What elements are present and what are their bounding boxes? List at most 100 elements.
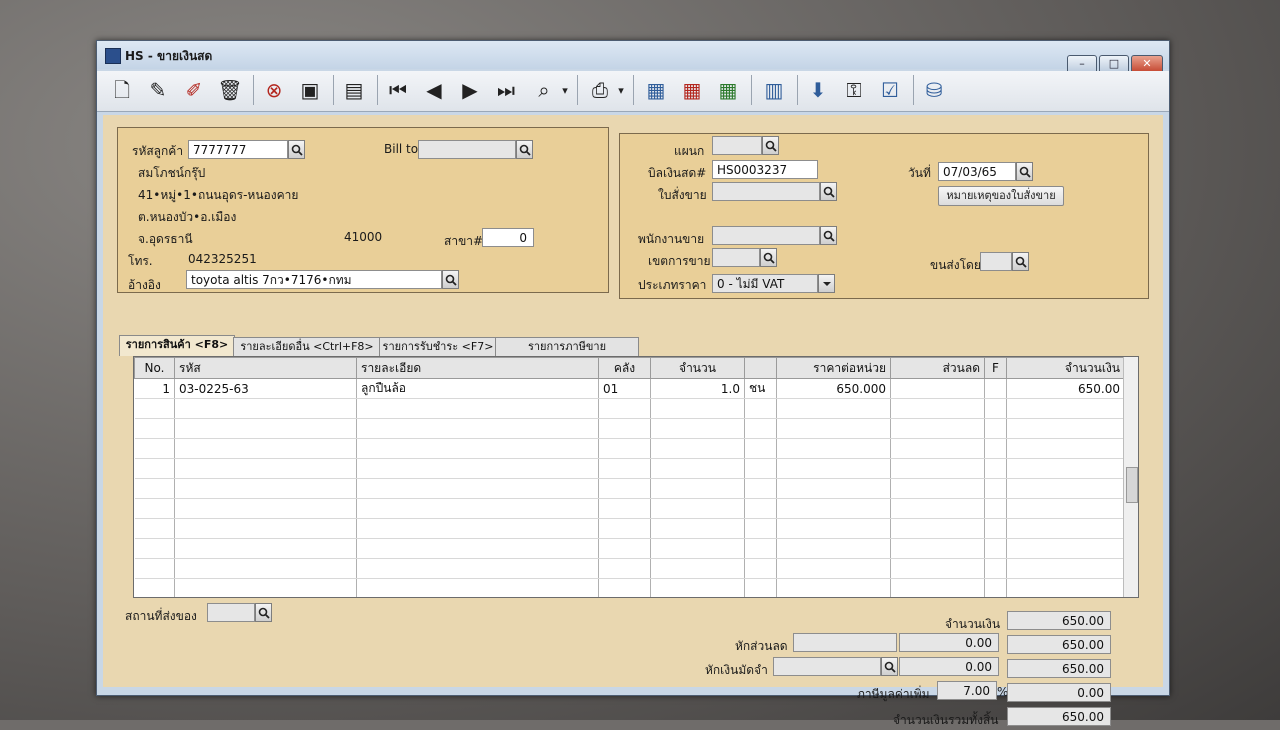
table-row[interactable]: [134, 438, 1125, 459]
find-icon[interactable]: ⌕: [531, 77, 557, 103]
tab-payments[interactable]: รายการรับชำระ <F7>: [379, 337, 497, 356]
table-row[interactable]: [134, 518, 1125, 539]
prev-icon[interactable]: ◀: [421, 77, 447, 103]
new-icon[interactable]: 🗋: [109, 77, 135, 103]
column-header-unit-price[interactable]: ราคาต่อหน่วย: [776, 357, 891, 379]
column-header-unit[interactable]: [744, 357, 777, 379]
phone-value: 042325251: [188, 252, 257, 266]
shipping-field[interactable]: [980, 252, 1012, 271]
lock-icon[interactable]: ⚿: [841, 77, 867, 103]
report2-icon[interactable]: ▦: [679, 77, 705, 103]
row-no[interactable]: 1: [134, 378, 175, 399]
first-icon[interactable]: ⏮: [385, 77, 411, 103]
edit-icon[interactable]: ✎: [145, 77, 171, 103]
approve-icon[interactable]: ⬇: [805, 77, 831, 103]
ok-icon[interactable]: ☑: [877, 77, 903, 103]
table-row[interactable]: [134, 458, 1125, 479]
branch-field[interactable]: 0: [482, 228, 534, 247]
row-unit-price[interactable]: 650.000: [776, 378, 891, 399]
toolbar-separator: [253, 75, 254, 105]
chevron-down-icon[interactable]: [818, 274, 835, 293]
bill-no-field[interactable]: HS0003237: [712, 160, 818, 179]
date-picker-icon[interactable]: [1016, 162, 1033, 181]
column-header-description[interactable]: รายละเอียด: [356, 357, 599, 379]
tab-sales-tax[interactable]: รายการภาษีขาย <Ctrl+F7>: [495, 337, 639, 370]
date-field[interactable]: 07/03/65: [938, 162, 1016, 181]
vat-rate-field[interactable]: 7.00: [937, 681, 997, 700]
report-icon[interactable]: ▦: [643, 77, 669, 103]
column-header-quantity[interactable]: จำนวน: [650, 357, 745, 379]
export-icon[interactable]: ▦: [715, 77, 741, 103]
row-unit[interactable]: ชน: [744, 378, 777, 399]
department-field[interactable]: [712, 136, 762, 155]
table-row[interactable]: [134, 418, 1125, 439]
customer-search-icon[interactable]: [288, 140, 305, 159]
row-code[interactable]: 03-0225-63: [174, 378, 357, 399]
tab-other-details[interactable]: รายละเอียดอื่น <Ctrl+F8>: [233, 337, 381, 356]
discount-value-field[interactable]: 0.00: [899, 633, 999, 652]
row-amount[interactable]: 650.00: [1006, 378, 1125, 399]
print-preview-icon[interactable]: ▤: [341, 77, 367, 103]
column-header-flag[interactable]: F: [984, 357, 1007, 379]
printer-dropdown-icon[interactable]: ▾: [615, 77, 627, 103]
table-row[interactable]: [134, 538, 1125, 559]
customer-code-field[interactable]: 7777777: [188, 140, 288, 159]
delete-icon[interactable]: 🗑: [217, 77, 243, 103]
last-icon[interactable]: ⏭: [493, 77, 519, 103]
toolbar-separator: [913, 75, 914, 105]
row-flag[interactable]: [984, 378, 1007, 399]
row-quantity[interactable]: 1.0: [650, 378, 745, 399]
grid-scroll-thumb[interactable]: [1126, 467, 1138, 503]
printer-icon[interactable]: ⎙: [587, 77, 613, 103]
price-type-select[interactable]: 0 - ไม่มี VAT: [712, 274, 818, 293]
customer-address-line1: 41•หมู่•1•ถนนอุดร-หนองคาย: [138, 188, 299, 202]
reference-field[interactable]: toyota altis 7กว•7176•กทม: [186, 270, 442, 289]
table-row[interactable]: [134, 498, 1125, 519]
reference-search-icon[interactable]: [442, 270, 459, 289]
next-icon[interactable]: ▶: [457, 77, 483, 103]
column-header-code[interactable]: รหัส: [174, 357, 357, 379]
sales-area-search-icon[interactable]: [760, 248, 777, 267]
deposit-value-field[interactable]: 0.00: [899, 657, 999, 676]
table-row[interactable]: [134, 578, 1125, 597]
order-note-button[interactable]: หมายเหตุของใบสั่งขาย: [938, 186, 1064, 206]
find-dropdown-icon[interactable]: ▾: [559, 77, 571, 103]
database-icon[interactable]: ⛁: [921, 77, 947, 103]
clear-icon[interactable]: ✐: [181, 77, 207, 103]
grand-total-field: 650.00: [1007, 707, 1111, 726]
branch-label: สาขา#: [444, 234, 484, 248]
sales-area-field[interactable]: [712, 248, 760, 267]
column-header-no[interactable]: No.: [134, 357, 175, 379]
ship-place-field[interactable]: [207, 603, 255, 622]
row-description[interactable]: ลูกปืนล้อ: [356, 378, 599, 399]
calculator-icon[interactable]: ▥: [761, 77, 787, 103]
items-grid[interactable]: No. รหัส รายละเอียด คลัง จำนวน ราคาต่อหน…: [133, 356, 1139, 598]
ship-place-search-icon[interactable]: [255, 603, 272, 622]
discount-text-field[interactable]: [793, 633, 897, 652]
cancel-icon[interactable]: ⊗: [261, 77, 287, 103]
column-header-amount[interactable]: จำนวนเงิน: [1006, 357, 1125, 379]
column-header-discount[interactable]: ส่วนลด: [890, 357, 985, 379]
row-warehouse[interactable]: 01: [598, 378, 651, 399]
shipping-search-icon[interactable]: [1012, 252, 1029, 271]
billto-search-icon[interactable]: [516, 140, 533, 159]
row-discount[interactable]: [890, 378, 985, 399]
department-search-icon[interactable]: [762, 136, 779, 155]
title-bar[interactable]: HS - ขายเงินสด – □ ✕: [97, 41, 1169, 74]
sales-order-search-icon[interactable]: [820, 182, 837, 201]
billto-field[interactable]: [418, 140, 516, 159]
tab-items[interactable]: รายการสินค้า <F8>: [119, 335, 235, 356]
deposit-text-field[interactable]: [773, 657, 881, 676]
table-row[interactable]: [134, 398, 1125, 419]
sales-order-label: ใบสั่งขาย: [658, 188, 707, 202]
grid-scrollbar[interactable]: [1123, 357, 1138, 597]
table-row[interactable]: [134, 478, 1125, 499]
deposit-search-icon[interactable]: [881, 657, 898, 676]
salesman-field[interactable]: [712, 226, 820, 245]
save-icon[interactable]: ▣: [297, 77, 323, 103]
table-row[interactable]: [134, 558, 1125, 579]
salesman-search-icon[interactable]: [820, 226, 837, 245]
sales-order-field[interactable]: [712, 182, 820, 201]
table-row[interactable]: 1 03-0225-63 ลูกปืนล้อ 01 1.0 ชน 650.000…: [134, 378, 1125, 399]
column-header-warehouse[interactable]: คลัง: [598, 357, 651, 379]
